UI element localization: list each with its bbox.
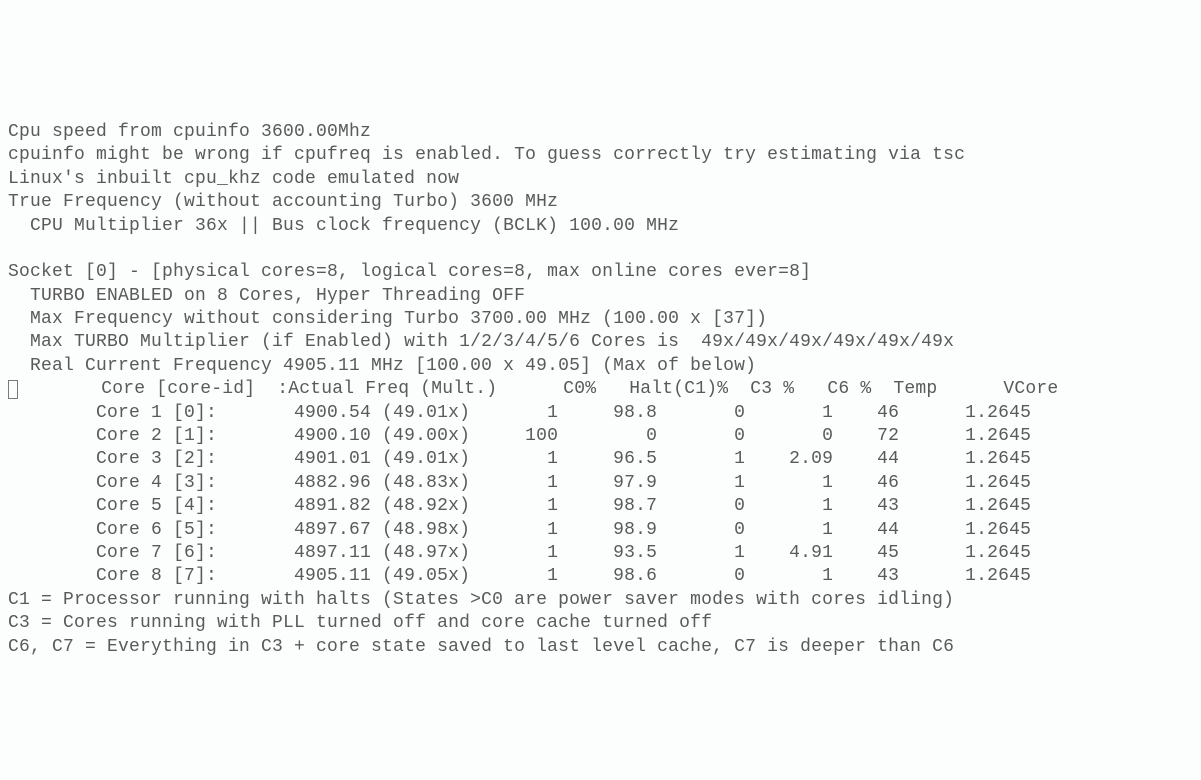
core-table-header: Core [core-id] :Actual Freq (Mult.) C0% … xyxy=(24,379,1058,399)
core-row-3: Core 3 [2]: 4901.01 (49.01x) 1 96.5 1 2.… xyxy=(8,449,1031,469)
core-row-8: Core 8 [7]: 4905.11 (49.05x) 1 98.6 0 1 … xyxy=(8,566,1031,586)
terminal-output: Cpu speed from cpuinfo 3600.00Mhz cpuinf… xyxy=(0,117,1201,663)
header-line-1: Cpu speed from cpuinfo 3600.00Mhz xyxy=(8,122,371,142)
core-row-4: Core 4 [3]: 4882.96 (48.83x) 1 97.9 1 1 … xyxy=(8,473,1031,493)
core-row-6: Core 6 [5]: 4897.67 (48.98x) 1 98.9 0 1 … xyxy=(8,520,1031,540)
core-row-1: Core 1 [0]: 4900.54 (49.01x) 1 98.8 0 1 … xyxy=(8,403,1031,423)
header-line-4: True Frequency (without accounting Turbo… xyxy=(8,192,558,212)
socket-line-2: TURBO ENABLED on 8 Cores, Hyper Threadin… xyxy=(8,286,525,306)
footer-line-3: C6, C7 = Everything in C3 + core state s… xyxy=(8,637,954,657)
cursor-icon xyxy=(8,380,18,399)
socket-line-5: Real Current Frequency 4905.11 MHz [100.… xyxy=(8,356,756,376)
header-line-2: cpuinfo might be wrong if cpufreq is ena… xyxy=(8,145,965,165)
core-row-7: Core 7 [6]: 4897.11 (48.97x) 1 93.5 1 4.… xyxy=(8,543,1031,563)
footer-line-2: C3 = Cores running with PLL turned off a… xyxy=(8,613,712,633)
header-line-5: CPU Multiplier 36x || Bus clock frequenc… xyxy=(8,216,679,236)
socket-line-1: Socket [0] - [physical cores=8, logical … xyxy=(8,262,811,282)
core-row-2: Core 2 [1]: 4900.10 (49.00x) 100 0 0 0 7… xyxy=(8,426,1031,446)
footer-line-1: C1 = Processor running with halts (State… xyxy=(8,590,954,610)
header-line-3: Linux's inbuilt cpu_khz code emulated no… xyxy=(8,169,459,189)
socket-line-3: Max Frequency without considering Turbo … xyxy=(8,309,767,329)
core-row-5: Core 5 [4]: 4891.82 (48.92x) 1 98.7 0 1 … xyxy=(8,496,1031,516)
socket-line-4: Max TURBO Multiplier (if Enabled) with 1… xyxy=(8,332,954,352)
